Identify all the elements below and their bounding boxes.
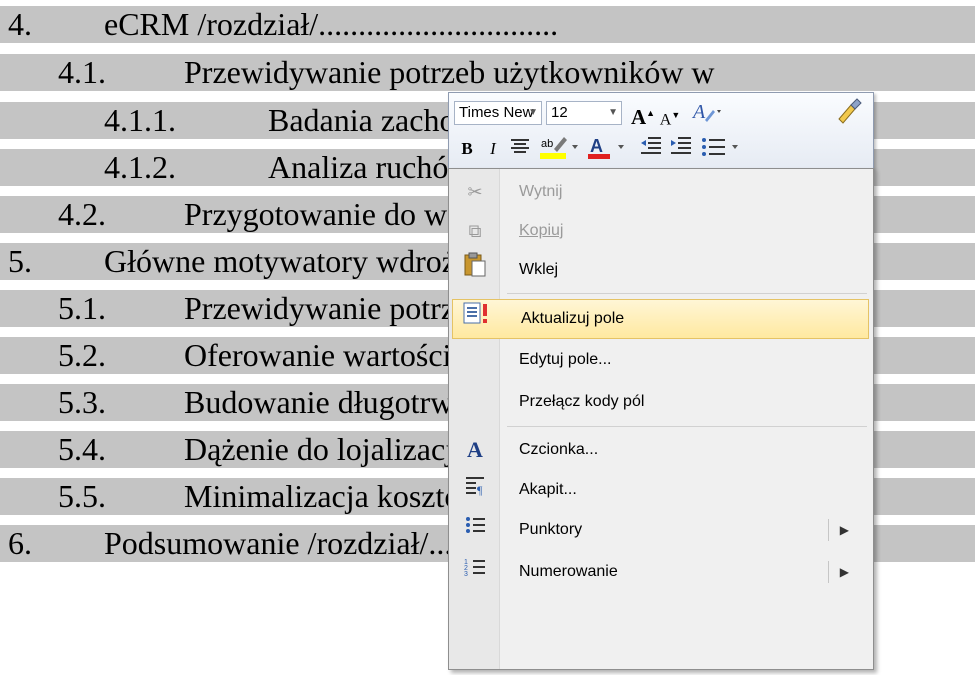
copy-icon: ⧉: [468, 221, 482, 241]
bullets-icon: [459, 511, 491, 549]
menu-item-label: Wytnij: [519, 183, 563, 200]
styles-icon: A: [691, 101, 721, 123]
toc-number: 5.1.: [58, 290, 106, 326]
paste-icon: [459, 251, 491, 290]
menu-item-cut[interactable]: ✂ Wytnij: [451, 173, 869, 211]
update-field-icon: [461, 300, 493, 339]
toc-number: 5.2.: [58, 337, 106, 373]
menu-item-label: Wklej: [519, 261, 559, 278]
menu-item-label: Edytuj pole...: [519, 351, 612, 368]
menu-item-label: Numerowanie: [519, 563, 618, 580]
toc-text: Przewidywanie potrzeb użytkowników w: [184, 54, 715, 90]
svg-text:¶: ¶: [477, 483, 483, 496]
toc-number: 4.1.: [58, 54, 106, 90]
format-painter-button[interactable]: [831, 97, 865, 125]
font-name-select[interactable]: Times New ▼: [454, 101, 542, 125]
svg-text:A: A: [590, 136, 603, 156]
highlight-button[interactable]: ab: [537, 133, 581, 161]
submenu-arrow-icon: ▶: [839, 565, 849, 579]
menu-item-paragraph[interactable]: ¶ Akapit...: [451, 471, 869, 509]
increase-indent-button[interactable]: [669, 135, 693, 163]
toc-number: 4.: [8, 6, 32, 42]
menu-item-label: Akapit...: [519, 481, 577, 498]
increase-indent-icon: [671, 137, 691, 154]
submenu-arrow-icon: ▶: [839, 523, 849, 537]
numbering-icon: 123: [459, 553, 491, 591]
bold-button[interactable]: B: [455, 135, 479, 163]
toc-number: 5.3.: [58, 384, 106, 420]
paragraph-icon: ¶: [459, 471, 491, 509]
menu-item-edit-field[interactable]: Edytuj pole...: [451, 341, 869, 379]
mini-toolbar: Times New ▼ 12 ▼ A▲ A▼ A B I ab A: [448, 92, 874, 170]
bullets-toolbar-button[interactable]: [699, 133, 743, 161]
menu-item-copy[interactable]: ⧉ Kopiuj: [451, 212, 869, 250]
toc-line-4-1[interactable]: 4.1. Przewidywanie potrzeb użytkowników …: [0, 54, 975, 91]
menu-item-toggle-field-codes[interactable]: Przełącz kody pól: [451, 383, 869, 421]
menu-item-font[interactable]: A Czcionka...: [451, 431, 869, 469]
menu-item-label: Przełącz kody pól: [519, 393, 645, 410]
toc-text: eCRM /rozdział/.........................…: [104, 6, 559, 42]
cut-icon: ✂: [467, 182, 483, 202]
svg-text:ab: ab: [541, 138, 553, 150]
decrease-indent-icon: [641, 137, 661, 154]
toc-number: 6.: [8, 525, 32, 561]
styles-button[interactable]: A: [689, 98, 725, 126]
decrease-indent-button[interactable]: [639, 135, 663, 163]
grow-font-label: A: [630, 105, 647, 129]
font-color-button[interactable]: A: [585, 133, 629, 161]
grow-font-button[interactable]: A▲: [630, 99, 656, 129]
format-painter-icon: [838, 98, 862, 124]
submenu-separator: [828, 519, 829, 541]
bullets-icon: [702, 138, 738, 156]
toc-number: 5.4.: [58, 431, 106, 467]
menu-item-label: Punktory: [519, 521, 583, 538]
chevron-down-icon: ▼: [528, 107, 538, 118]
font-color-icon: A: [588, 136, 624, 159]
svg-text:3: 3: [464, 571, 468, 578]
context-menu: ✂ Wytnij ⧉ Kopiuj Wklej Aktualizuj pole …: [448, 168, 874, 670]
menu-item-label: Czcionka...: [519, 441, 599, 458]
center-align-icon: [511, 139, 529, 153]
toc-line-4[interactable]: 4. eCRM /rozdział/......................…: [0, 6, 975, 43]
menu-item-numbering[interactable]: 123 Numerowanie ▶: [451, 553, 869, 591]
bold-label: B: [461, 139, 473, 158]
svg-text:A: A: [691, 101, 706, 123]
shrink-font-label: A: [659, 111, 672, 129]
menu-item-paste[interactable]: Wklej: [451, 251, 869, 289]
toc-number: 4.2.: [58, 196, 106, 232]
font-icon: A: [467, 437, 483, 462]
font-size-value: 12: [551, 104, 568, 121]
chevron-down-icon: ▼: [608, 107, 618, 118]
font-size-select[interactable]: 12 ▼: [546, 101, 622, 125]
shrink-font-button[interactable]: A▼: [658, 101, 682, 129]
toc-number: 5.: [8, 243, 32, 279]
toc-number: 4.1.1.: [104, 102, 176, 138]
text-highlight-icon: ab: [540, 137, 578, 159]
menu-item-label: Aktualizuj pole: [521, 310, 625, 327]
submenu-separator: [828, 561, 829, 583]
toc-number: 5.5.: [58, 478, 106, 514]
menu-item-label: Kopiuj: [519, 222, 564, 239]
menu-item-bullets[interactable]: Punktory ▶: [451, 511, 869, 549]
italic-button[interactable]: I: [481, 135, 505, 163]
menu-separator: [507, 426, 867, 427]
font-name-value: Times New: [459, 104, 534, 121]
toc-number: 4.1.2.: [104, 149, 176, 185]
italic-label: I: [490, 139, 496, 158]
menu-separator: [507, 293, 867, 294]
menu-item-update-field[interactable]: Aktualizuj pole: [452, 299, 869, 339]
center-align-button[interactable]: [507, 135, 533, 163]
